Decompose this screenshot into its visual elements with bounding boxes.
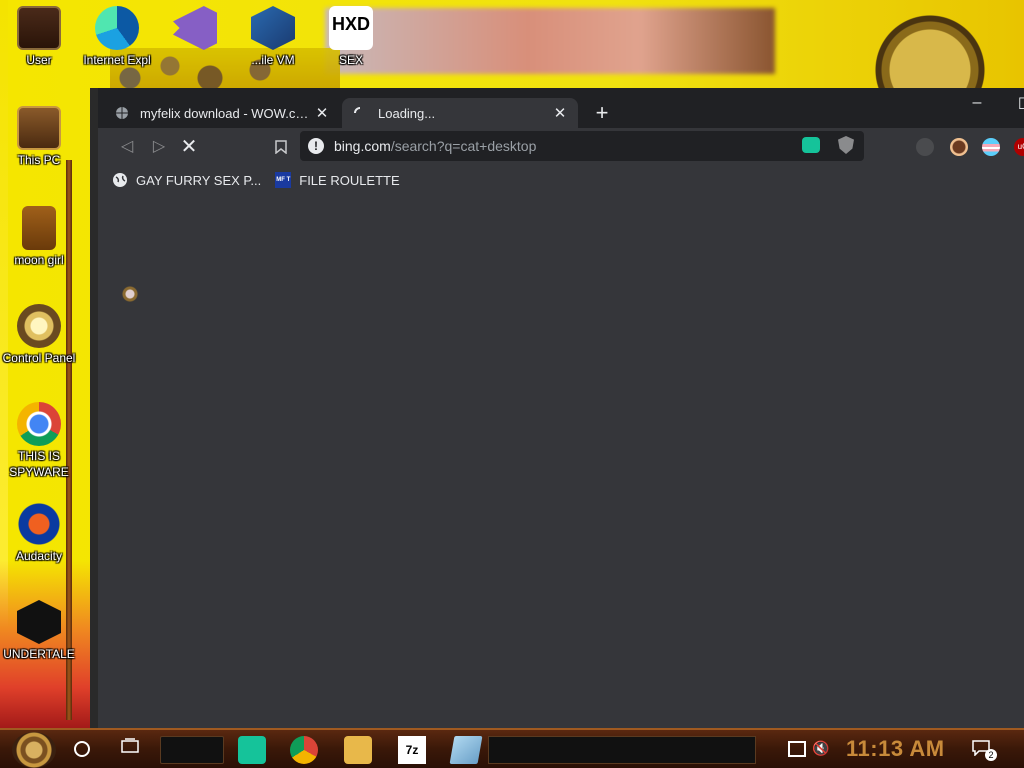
desktop-icon-moon-girl[interactable]: moon girl [0, 206, 78, 268]
bookmark-label: GAY FURRY SEX P... [136, 172, 262, 188]
browser-toolbar: ◁ ▷ ✕ ! bing.com/search?q=cat+desktop uO [98, 128, 1024, 166]
unity-icon [17, 600, 61, 644]
tab-loading[interactable]: Loading... ✕ [342, 98, 578, 128]
wallpaper-clock-ornament [850, 0, 1020, 92]
grammarly-icon[interactable] [802, 137, 820, 153]
audacity-icon [17, 502, 61, 546]
steampunk-box-icon [22, 206, 56, 250]
back-button[interactable]: ◁ [114, 134, 140, 160]
desktop-icon-visual-studio[interactable] [156, 6, 234, 52]
volume-muted-icon[interactable]: 🔇 [812, 740, 829, 757]
desktop-icon-chrome[interactable]: THIS IS SPYWARE [0, 402, 78, 480]
edge-icon [95, 6, 139, 50]
info-icon[interactable]: ! [308, 138, 324, 154]
taskbar-clock[interactable]: 11:13 AM [846, 736, 945, 762]
close-icon[interactable]: ✕ [314, 104, 330, 122]
wallpaper-photo [325, 8, 775, 74]
chrome-icon[interactable] [290, 736, 318, 764]
browser-window: myfelix download - WOW.com - ✕ Loading..… [90, 88, 1024, 728]
taskbar-search[interactable] [160, 736, 224, 764]
folder-icon[interactable] [344, 736, 372, 764]
7zip-icon[interactable]: 7z [398, 736, 426, 764]
network-icon[interactable] [788, 741, 806, 757]
address-bar[interactable]: ! bing.com/search?q=cat+desktop [300, 131, 864, 161]
shield-icon[interactable] [838, 136, 854, 154]
globe-icon [114, 105, 130, 121]
steampunk-folder-icon [17, 6, 61, 50]
tab-title: myfelix download - WOW.com - [140, 105, 314, 121]
desktop-icon-control-panel[interactable]: Control Panel [0, 304, 78, 366]
tab-myfelix[interactable]: myfelix download - WOW.com - ✕ [104, 98, 340, 128]
visual-studio-icon [173, 6, 217, 50]
new-tab-button[interactable]: + [588, 100, 616, 128]
stop-loading-button[interactable]: ✕ [176, 134, 202, 160]
url-path: /search?q=cat+desktop [390, 138, 537, 154]
desktop-icon-user[interactable]: User [0, 6, 78, 68]
ublock-icon[interactable]: uO [1014, 138, 1024, 156]
desktop-icon-hxd[interactable]: HXD SEX [312, 6, 390, 68]
desktop-icon-this-pc[interactable]: This PC [0, 106, 78, 168]
trans-flag-extension-icon[interactable] [982, 138, 1000, 156]
close-icon[interactable]: ✕ [552, 104, 568, 122]
notification-count-badge: 2 [985, 749, 997, 761]
hxd-icon: HXD [329, 6, 373, 50]
tab-title: Loading... [378, 105, 436, 121]
lightbulb-icon [17, 304, 61, 348]
steampunk-computer-icon [17, 106, 61, 150]
globe-icon [112, 172, 128, 188]
virtualbox-icon [251, 6, 295, 50]
desktop-icon-internet-explorer[interactable]: Internet Expl [78, 6, 156, 68]
maximize-button[interactable]: ☐ [1010, 94, 1024, 118]
bookmarks-bar: GAY FURRY SEX P... MF T FILE ROULETTE [98, 166, 1024, 194]
loading-spinner-icon [352, 105, 368, 121]
mft-icon: MF T [275, 172, 292, 188]
page-content[interactable] [98, 194, 1024, 728]
forward-button[interactable]: ▷ [146, 134, 172, 160]
notepad-icon[interactable] [449, 736, 483, 764]
minimize-button[interactable]: – [962, 94, 992, 118]
task-view-icon[interactable] [120, 738, 142, 758]
desktop-icon-virtualbox[interactable]: ...ile VM [234, 6, 312, 68]
cortana-icon[interactable] [74, 741, 90, 757]
chrome-icon [17, 402, 61, 446]
extension-icon[interactable] [916, 138, 934, 156]
desktop-icon-undertale[interactable]: UNDERTALE [0, 600, 78, 662]
grammarly-icon[interactable] [238, 736, 266, 764]
start-button[interactable] [12, 732, 56, 768]
desktop-icon-audacity[interactable]: Audacity [0, 502, 78, 564]
taskbar: 7z 🔇 11:13 AM 2 [0, 728, 1024, 768]
bookmark-label: FILE ROULETTE [299, 172, 400, 188]
taskbar-app-strip [488, 736, 756, 764]
cursor-icon [116, 286, 140, 308]
profile-avatar-icon[interactable] [950, 138, 968, 156]
tab-strip: myfelix download - WOW.com - ✕ Loading..… [98, 88, 1024, 128]
url-host: bing.com [334, 138, 391, 154]
bookmark-item[interactable]: MF T FILE ROULETTE [275, 172, 400, 188]
bookmark-icon[interactable] [268, 134, 294, 160]
bookmark-item[interactable]: GAY FURRY SEX P... [112, 172, 261, 188]
